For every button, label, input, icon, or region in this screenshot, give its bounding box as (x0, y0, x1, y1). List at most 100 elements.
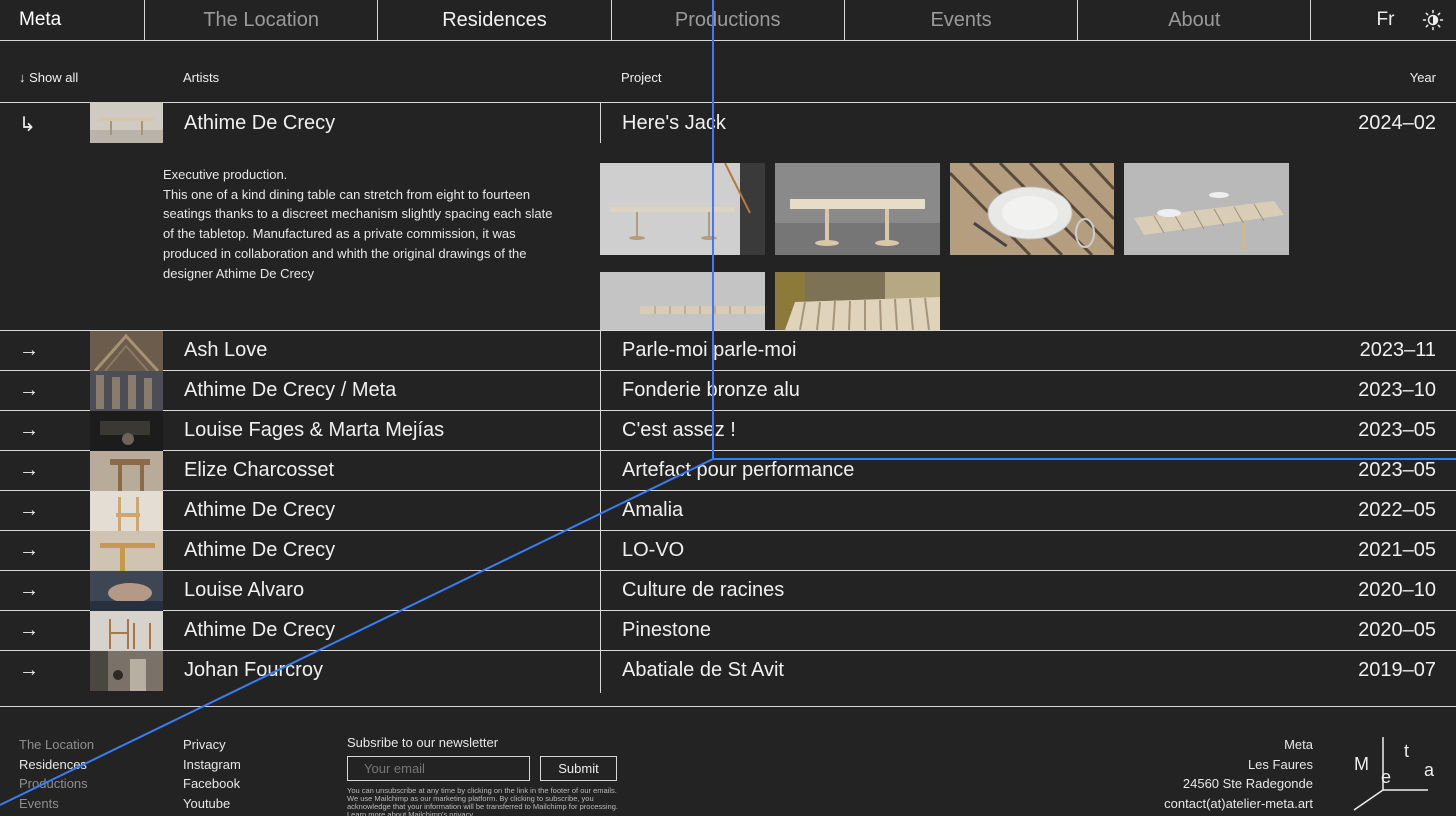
footer-link-facebook[interactable]: Facebook (183, 774, 241, 794)
show-all-button[interactable]: ↓ Show all (19, 70, 78, 85)
row-thumbnail (90, 371, 163, 411)
svg-text:M: M (1354, 754, 1369, 774)
site-footer: The Location Residences Productions Even… (0, 706, 1456, 816)
contact-email-link[interactable]: contact(at)atelier-meta.art (1164, 794, 1313, 814)
table-row[interactable]: → Johan Fourcroy Abatiale de St Avit 201… (0, 651, 1456, 693)
column-divider (600, 651, 601, 693)
footer-social-nav: Privacy Instagram Facebook Youtube (183, 735, 241, 814)
column-divider (600, 411, 601, 451)
nav-utilities: Fr (1311, 0, 1456, 40)
svg-text:t: t (1404, 741, 1409, 761)
row-project[interactable]: Pinestone (622, 619, 711, 642)
expand-arrow-icon[interactable]: → (19, 339, 39, 362)
gallery-image[interactable] (1124, 163, 1289, 255)
footer-link-privacy[interactable]: Privacy (183, 735, 241, 755)
footer-link-the-location[interactable]: The Location (19, 735, 94, 755)
tab-events[interactable]: Events (845, 0, 1079, 40)
footer-link-youtube[interactable]: Youtube (183, 794, 241, 814)
expand-arrow-icon[interactable]: → (19, 419, 39, 442)
row-thumbnail (90, 651, 163, 691)
project-column-header[interactable]: Project (621, 70, 661, 85)
row-project[interactable]: Parle-moi parle-moi (622, 339, 797, 362)
row-artist[interactable]: Louise Alvaro (184, 579, 304, 602)
svg-text:e: e (1381, 767, 1391, 787)
row-project[interactable]: Abatiale de St Avit (622, 659, 784, 682)
table-row[interactable]: → Louise Fages & Marta Mejías C'est asse… (0, 411, 1456, 451)
row-artist[interactable]: Athime De Crecy (184, 112, 335, 135)
gallery-image[interactable] (600, 163, 765, 255)
row-thumbnail (90, 411, 163, 451)
gallery-image[interactable] (775, 272, 940, 330)
row-project[interactable]: Here's Jack (622, 112, 726, 135)
language-toggle[interactable]: Fr (1376, 9, 1394, 31)
table-thumbnail (90, 102, 163, 143)
row-thumbnail (90, 491, 163, 531)
row-project[interactable]: Artefact pour performance (622, 459, 854, 482)
row-thumbnail (90, 571, 163, 611)
row-artist[interactable]: Louise Fages & Marta Mejías (184, 419, 444, 442)
row-artist[interactable]: Johan Fourcroy (184, 659, 323, 682)
row-artist[interactable]: Athime De Crecy / Meta (184, 379, 396, 402)
top-nav: Meta The Location Residences Productions… (0, 0, 1456, 41)
newsletter-form: Subsribe to our newsletter Your email Su… (347, 735, 618, 816)
expand-arrow-icon[interactable]: → (19, 379, 39, 402)
row-year: 2020–10 (1358, 579, 1436, 601)
tab-about[interactable]: About (1078, 0, 1312, 40)
column-divider (600, 331, 601, 371)
row-year: 2023–05 (1358, 459, 1436, 481)
footer-link-instagram[interactable]: Instagram (183, 755, 241, 775)
expand-arrow-icon[interactable]: → (19, 619, 39, 642)
tab-residences[interactable]: Residences (378, 0, 612, 40)
column-divider (600, 451, 601, 491)
row-thumbnail (90, 531, 163, 571)
row-year: 2023–11 (1359, 339, 1436, 361)
expand-arrow-icon[interactable]: → (19, 539, 39, 562)
table-row[interactable]: → Louise Alvaro Culture de racines 2020–… (0, 571, 1456, 611)
expand-arrow-icon[interactable]: → (19, 499, 39, 522)
table-row[interactable]: → Athime De Crecy / Meta Fonderie bronze… (0, 371, 1456, 411)
gallery-image[interactable] (950, 163, 1114, 255)
tab-the-location[interactable]: The Location (145, 0, 379, 40)
sun-icon[interactable] (1422, 9, 1444, 31)
row-project[interactable]: Amalia (622, 499, 683, 522)
newsletter-email-field[interactable]: Your email (347, 756, 530, 781)
expand-arrow-icon[interactable]: → (19, 659, 39, 682)
row-artist[interactable]: Athime De Crecy (184, 539, 335, 562)
project-description: Executive production. This one of a kind… (163, 167, 553, 281)
row-year: 2022–05 (1358, 499, 1436, 521)
tab-productions[interactable]: Productions (612, 0, 845, 40)
table-row[interactable]: → Ash Love Parle-moi parle-moi 2023–11 (0, 331, 1456, 371)
footer-link-productions[interactable]: Productions (19, 774, 94, 794)
row-year: 2021–05 (1358, 539, 1436, 561)
footer-link-events[interactable]: Events (19, 794, 94, 814)
row-artist[interactable]: Elize Charcosset (184, 459, 334, 482)
collapse-arrow-icon[interactable]: ↳ (19, 112, 36, 137)
address-line: Meta (1284, 737, 1313, 752)
meta-logo[interactable]: M e t a (1346, 733, 1441, 813)
year-column-header[interactable]: Year (1410, 70, 1436, 85)
row-artist[interactable]: Ash Love (184, 339, 267, 362)
row-project[interactable]: LO-VO (622, 539, 684, 562)
row-year: 2024–02 (1358, 112, 1436, 134)
newsletter-legal-text: You can unsubscribe at any time by click… (347, 786, 618, 816)
row-thumbnail (90, 331, 163, 371)
newsletter-submit-button[interactable]: Submit (540, 756, 617, 781)
expand-arrow-icon[interactable]: → (19, 459, 39, 482)
gallery-image[interactable] (775, 163, 940, 255)
row-year: 2020–05 (1358, 619, 1436, 641)
row-artist[interactable]: Athime De Crecy (184, 619, 335, 642)
table-row[interactable]: → Athime De Crecy Amalia 2022–05 (0, 491, 1456, 531)
row-project[interactable]: Culture de racines (622, 579, 784, 602)
row-project[interactable]: Fonderie bronze alu (622, 379, 800, 402)
table-header: ↓ Show all Artists Project Year (0, 41, 1456, 103)
table-row[interactable]: → Athime De Crecy Pinestone 2020–05 (0, 611, 1456, 651)
expand-arrow-icon[interactable]: → (19, 579, 39, 602)
footer-link-residences[interactable]: Residences (19, 755, 94, 775)
brand-logo-link[interactable]: Meta (0, 0, 145, 40)
table-row[interactable]: → Athime De Crecy LO-VO 2021–05 (0, 531, 1456, 571)
gallery-image[interactable] (600, 272, 765, 330)
row-artist[interactable]: Athime De Crecy (184, 499, 335, 522)
table-row[interactable]: → Elize Charcosset Artefact pour perform… (0, 451, 1456, 491)
row-project[interactable]: C'est assez ! (622, 419, 736, 442)
artists-column-header[interactable]: Artists (183, 70, 219, 85)
